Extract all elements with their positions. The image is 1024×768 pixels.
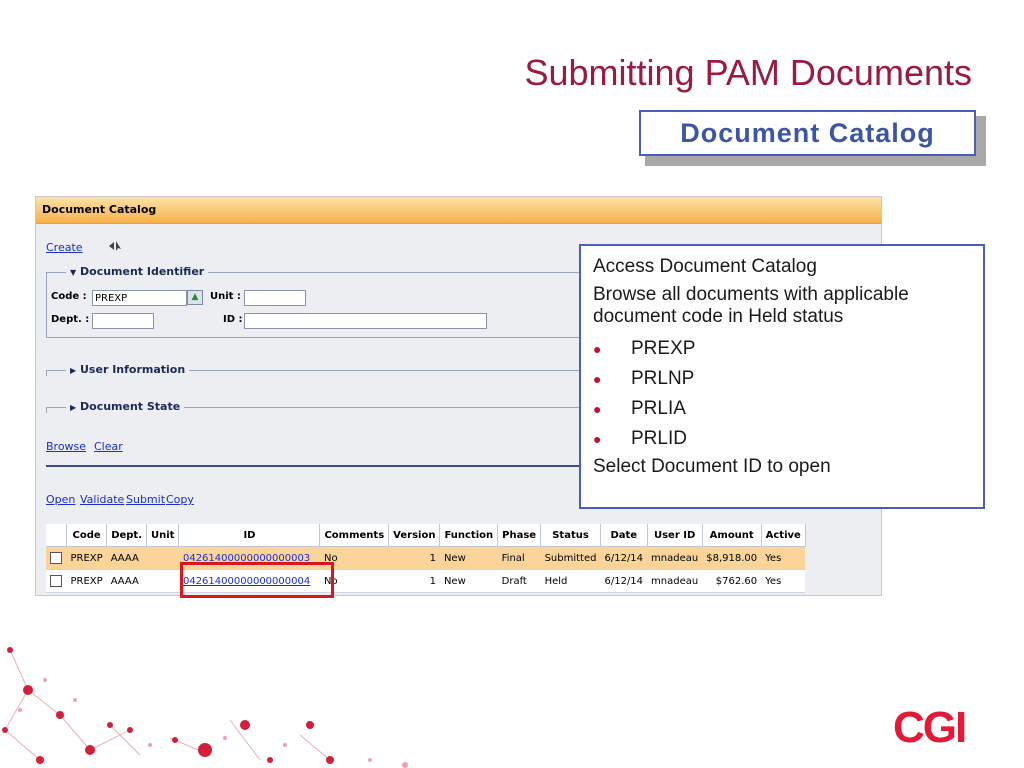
browse-link[interactable]: Browse xyxy=(46,440,86,453)
subtitle-badge: Document Catalog xyxy=(639,110,976,156)
arrow-up-icon: ▲ xyxy=(191,292,199,302)
decorative-network-graphic xyxy=(2,647,408,768)
user-information-legend[interactable]: ▶ User Information xyxy=(66,363,190,376)
callout-line: Access Document Catalog xyxy=(593,256,817,277)
validate-link[interactable]: Validate xyxy=(80,493,124,506)
cell-dept: AAAA xyxy=(106,569,147,593)
column-header[interactable]: Function xyxy=(439,524,499,547)
cell-active: Yes xyxy=(761,569,806,593)
column-header[interactable]: User ID xyxy=(647,524,703,547)
cell-function: New xyxy=(439,546,498,570)
dept-field[interactable] xyxy=(92,313,154,329)
document-identifier-legend[interactable]: ▼ Document Identifier xyxy=(66,265,209,278)
cell-code: PREXP xyxy=(66,546,107,570)
column-header[interactable]: Amount xyxy=(702,524,762,547)
cgi-logo: CGI xyxy=(893,703,967,752)
column-header[interactable]: Unit xyxy=(146,524,180,547)
column-header[interactable]: Status xyxy=(540,524,601,547)
cell-code: PREXP xyxy=(66,569,107,593)
code-field[interactable] xyxy=(92,290,187,306)
cell-dept: AAAA xyxy=(106,546,147,570)
cell-date: 6/12/14 xyxy=(600,569,648,593)
column-header[interactable]: Version xyxy=(388,524,441,547)
cell-user-id: mnadeau xyxy=(647,569,703,593)
column-header[interactable]: Code xyxy=(66,524,108,547)
expand-triangle-icon: ▶ xyxy=(70,403,77,412)
collapse-triangle-icon: ▼ xyxy=(70,268,77,277)
cell-date: 6/12/14 xyxy=(600,546,648,570)
cell-phase: Draft xyxy=(497,569,541,593)
document-table: Code Dept. Unit ID Comments Version Func… xyxy=(46,524,806,593)
column-header[interactable]: Phase xyxy=(497,524,542,547)
dept-label: Dept. : xyxy=(51,314,90,325)
cell-user-id: mnadeau xyxy=(647,546,703,570)
list-item: ● PRLNP xyxy=(593,364,971,394)
cell-phase: Final xyxy=(497,546,541,570)
table-row[interactable]: PREXP AAAA 04261400000000000004 No 1 New… xyxy=(46,569,806,593)
list-item: ● PREXP xyxy=(593,334,971,364)
callout-line: Browse all documents with applicable doc… xyxy=(593,284,909,327)
select-column-header xyxy=(46,524,67,547)
table-header-row: Code Dept. Unit ID Comments Version Func… xyxy=(46,524,806,547)
id-label: ID : xyxy=(223,314,243,325)
column-header[interactable]: Comments xyxy=(319,524,390,547)
list-item: ● PRLIA xyxy=(593,394,971,424)
column-header[interactable]: Active xyxy=(761,524,806,547)
section-divider xyxy=(46,465,606,467)
slide-title: Submitting PAM Documents xyxy=(524,52,972,93)
unit-label: Unit : xyxy=(210,291,241,302)
checkbox-icon[interactable] xyxy=(50,575,62,587)
clear-link[interactable]: Clear xyxy=(94,440,123,453)
document-state-legend[interactable]: ▶ Document State xyxy=(66,400,185,413)
row-checkbox[interactable] xyxy=(46,546,67,570)
list-item: ● PRLID xyxy=(593,424,971,454)
checkbox-icon[interactable] xyxy=(50,552,62,564)
row-checkbox[interactable] xyxy=(46,569,67,593)
code-lookup-button[interactable]: ▲ xyxy=(187,290,203,305)
bullet-icon: ● xyxy=(593,431,602,447)
bullet-icon: ● xyxy=(593,401,602,417)
unit-field[interactable] xyxy=(244,290,306,306)
expand-triangle-icon: ▶ xyxy=(70,366,77,375)
cell-amount: $762.60 xyxy=(702,569,762,593)
cell-status: Held xyxy=(540,569,601,593)
cell-version: 1 xyxy=(388,546,440,570)
callout-line: Select Document ID to open xyxy=(593,456,831,477)
create-link[interactable]: Create xyxy=(46,241,83,254)
bullet-icon: ● xyxy=(593,371,602,387)
copy-link[interactable]: Copy xyxy=(166,493,194,506)
cell-unit xyxy=(146,569,179,593)
column-header[interactable]: Date xyxy=(600,524,648,547)
cursor-icon xyxy=(108,240,122,255)
id-field[interactable] xyxy=(244,313,487,329)
cell-version: 1 xyxy=(388,569,440,593)
instructions-callout: Access Document Catalog Browse all docum… xyxy=(579,244,985,509)
bullet-icon: ● xyxy=(593,341,602,357)
cell-function: New xyxy=(439,569,498,593)
column-header[interactable]: Dept. xyxy=(106,524,148,547)
cell-amount: $8,918.00 xyxy=(702,546,762,570)
cell-active: Yes xyxy=(761,546,806,570)
table-row[interactable]: PREXP AAAA 04261400000000000003 No 1 New… xyxy=(46,546,806,570)
code-label: Code : xyxy=(51,291,87,302)
highlight-box xyxy=(180,562,334,598)
submit-link[interactable]: Submit xyxy=(126,493,165,506)
column-header[interactable]: ID xyxy=(178,524,321,547)
cell-status: Submitted xyxy=(540,546,601,570)
cell-unit xyxy=(146,546,179,570)
panel-header: Document Catalog xyxy=(36,197,881,224)
open-link[interactable]: Open xyxy=(46,493,75,506)
document-code-list: ● PREXP ● PRLNP ● PRLIA ● PRLID xyxy=(593,334,971,454)
